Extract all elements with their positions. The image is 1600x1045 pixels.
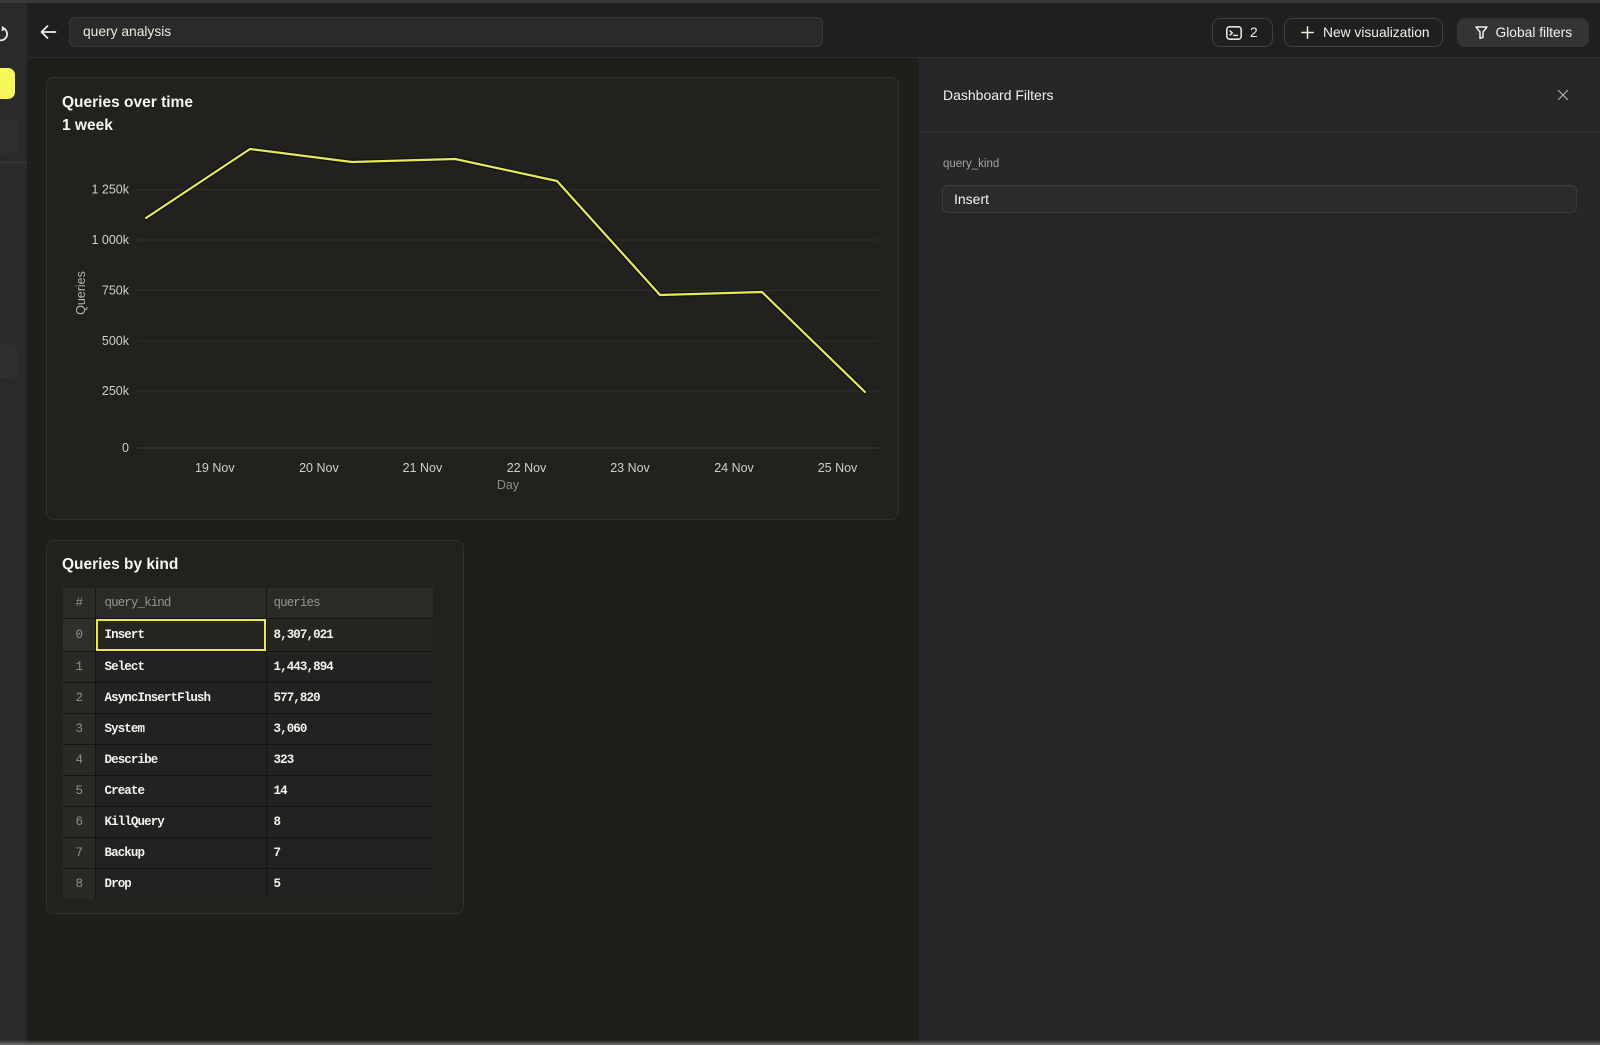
svg-text:250k: 250k bbox=[102, 384, 130, 398]
svg-text:Queries: Queries bbox=[74, 271, 88, 315]
svg-text:22 Nov: 22 Nov bbox=[507, 461, 547, 475]
svg-text:19 Nov: 19 Nov bbox=[195, 461, 235, 475]
svg-text:750k: 750k bbox=[102, 284, 130, 298]
svg-text:24 Nov: 24 Nov bbox=[714, 461, 754, 475]
svg-text:20 Nov: 20 Nov bbox=[299, 461, 339, 475]
svg-text:1 000k: 1 000k bbox=[91, 233, 129, 247]
svg-text:1 250k: 1 250k bbox=[91, 183, 129, 197]
svg-text:25 Nov: 25 Nov bbox=[818, 461, 858, 475]
svg-text:21 Nov: 21 Nov bbox=[403, 461, 443, 475]
svg-text:Day: Day bbox=[497, 478, 520, 492]
svg-text:500k: 500k bbox=[102, 334, 130, 348]
svg-text:0: 0 bbox=[122, 441, 129, 455]
svg-text:23 Nov: 23 Nov bbox=[610, 461, 650, 475]
